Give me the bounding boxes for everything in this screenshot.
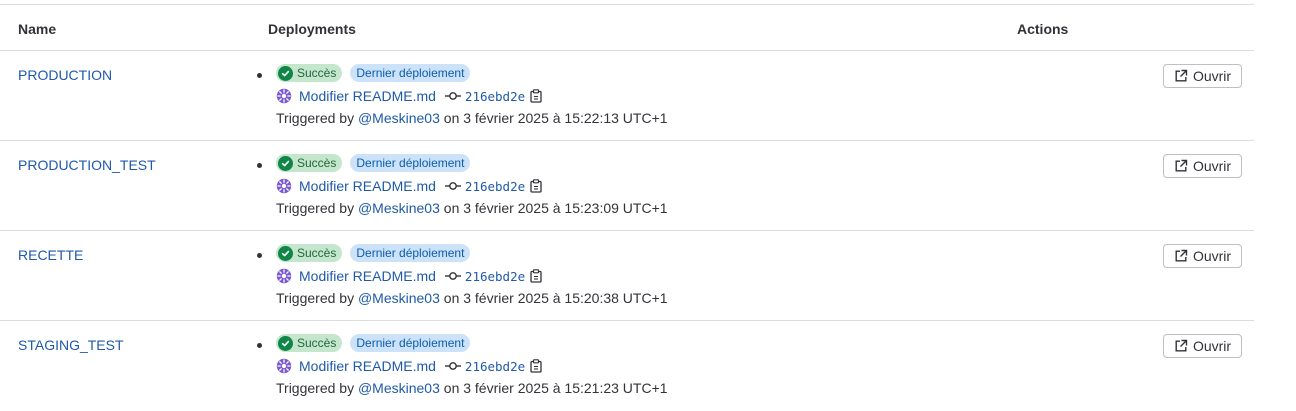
user-link[interactable]: @Meskine03 [358, 290, 440, 306]
table-header: Name Deployments Actions [0, 5, 1254, 51]
environments-table: Name Deployments Actions PRODUCTION Succ… [0, 4, 1254, 411]
commit-sha-link[interactable]: 216ebd2e [465, 269, 525, 284]
external-link-icon [1175, 249, 1188, 262]
status-badge: Succès [276, 154, 343, 172]
deployment-date: on 3 février 2025 à 15:22:13 UTC+1 [443, 110, 668, 126]
check-circle-icon [278, 245, 293, 261]
triggered-by-label: Triggered by [276, 110, 355, 126]
latest-deployment-badge: Dernier déploiement [350, 244, 471, 262]
commit-line: Modifier README.md 216ebd2e [276, 266, 542, 286]
environment-name-link[interactable]: STAGING_TEST [18, 337, 124, 353]
status-label: Succès [297, 336, 337, 350]
status-badge: Succès [276, 244, 343, 262]
commit-sha-link[interactable]: 216ebd2e [465, 89, 525, 104]
copy-to-clipboard-icon[interactable] [530, 269, 542, 283]
open-button-label: Ouvrir [1192, 68, 1232, 84]
commit-title-link[interactable]: Modifier README.md [299, 178, 436, 194]
open-button-label: Ouvrir [1192, 338, 1232, 354]
triggered-by-line: Triggered by @Meskine03 on 3 février 202… [276, 110, 668, 126]
triggered-by-line: Triggered by @Meskine03 on 3 février 202… [276, 380, 668, 396]
commit-icon [444, 181, 461, 191]
user-link[interactable]: @Meskine03 [358, 380, 440, 396]
column-header-deployments: Deployments [268, 21, 356, 37]
status-badge: Succès [276, 334, 343, 352]
external-link-icon [1175, 339, 1188, 352]
column-header-actions: Actions [1017, 21, 1069, 37]
latest-deployment-badge: Dernier déploiement [350, 154, 471, 172]
commit-author-avatar-icon [276, 268, 292, 284]
list-bullet [257, 343, 262, 348]
deployment-status-line: Succès Dernier déploiement [276, 333, 471, 353]
external-link-icon [1175, 69, 1188, 82]
triggered-by-label: Triggered by [276, 200, 355, 216]
commit-author-avatar-icon [276, 88, 292, 104]
copy-to-clipboard-icon[interactable] [530, 359, 542, 373]
table-row: STAGING_TEST Succès Dernier déploiement … [0, 321, 1254, 411]
commit-icon [444, 361, 461, 371]
status-label: Succès [297, 246, 337, 260]
table-row: PRODUCTION Succès Dernier déploiement Mo… [0, 51, 1254, 141]
check-circle-icon [278, 65, 293, 81]
triggered-by-line: Triggered by @Meskine03 on 3 février 202… [276, 290, 668, 306]
deployment-date: on 3 février 2025 à 15:20:38 UTC+1 [443, 290, 668, 306]
environment-name-link[interactable]: PRODUCTION_TEST [18, 157, 156, 173]
list-bullet [257, 253, 262, 258]
external-link-icon [1175, 159, 1188, 172]
status-label: Succès [297, 66, 337, 80]
commit-line: Modifier README.md 216ebd2e [276, 356, 542, 376]
open-environment-button[interactable]: Ouvrir [1163, 64, 1242, 88]
column-header-name: Name [18, 21, 57, 37]
open-button-label: Ouvrir [1192, 248, 1232, 264]
list-bullet [257, 163, 262, 168]
latest-deployment-badge: Dernier déploiement [350, 334, 471, 352]
commit-icon [444, 271, 461, 281]
check-circle-icon [278, 335, 293, 351]
commit-title-link[interactable]: Modifier README.md [299, 88, 436, 104]
commit-sha-link[interactable]: 216ebd2e [465, 179, 525, 194]
commit-sha-link[interactable]: 216ebd2e [465, 359, 525, 374]
copy-to-clipboard-icon[interactable] [530, 89, 542, 103]
deployment-date: on 3 février 2025 à 15:23:09 UTC+1 [443, 200, 668, 216]
commit-author-avatar-icon [276, 178, 292, 194]
commit-author-avatar-icon [276, 358, 292, 374]
user-link[interactable]: @Meskine03 [358, 200, 440, 216]
environment-name-link[interactable]: RECETTE [18, 247, 83, 263]
open-environment-button[interactable]: Ouvrir [1163, 334, 1242, 358]
commit-line: Modifier README.md 216ebd2e [276, 176, 542, 196]
deployment-status-line: Succès Dernier déploiement [276, 63, 471, 83]
triggered-by-label: Triggered by [276, 290, 355, 306]
user-link[interactable]: @Meskine03 [358, 110, 440, 126]
latest-deployment-badge: Dernier déploiement [350, 64, 471, 82]
environment-name-link[interactable]: PRODUCTION [18, 67, 112, 83]
open-environment-button[interactable]: Ouvrir [1163, 244, 1242, 268]
deployment-status-line: Succès Dernier déploiement [276, 243, 471, 263]
check-circle-icon [278, 155, 293, 171]
open-button-label: Ouvrir [1192, 158, 1232, 174]
copy-to-clipboard-icon[interactable] [530, 179, 542, 193]
commit-icon [444, 91, 461, 101]
commit-title-link[interactable]: Modifier README.md [299, 358, 436, 374]
triggered-by-line: Triggered by @Meskine03 on 3 février 202… [276, 200, 668, 216]
commit-title-link[interactable]: Modifier README.md [299, 268, 436, 284]
deployment-status-line: Succès Dernier déploiement [276, 153, 471, 173]
table-row: PRODUCTION_TEST Succès Dernier déploieme… [0, 141, 1254, 231]
commit-line: Modifier README.md 216ebd2e [276, 86, 542, 106]
status-label: Succès [297, 156, 337, 170]
table-row: RECETTE Succès Dernier déploiement Modif… [0, 231, 1254, 321]
status-badge: Succès [276, 64, 343, 82]
triggered-by-label: Triggered by [276, 380, 355, 396]
deployment-date: on 3 février 2025 à 15:21:23 UTC+1 [443, 380, 668, 396]
list-bullet [257, 73, 262, 78]
open-environment-button[interactable]: Ouvrir [1163, 154, 1242, 178]
